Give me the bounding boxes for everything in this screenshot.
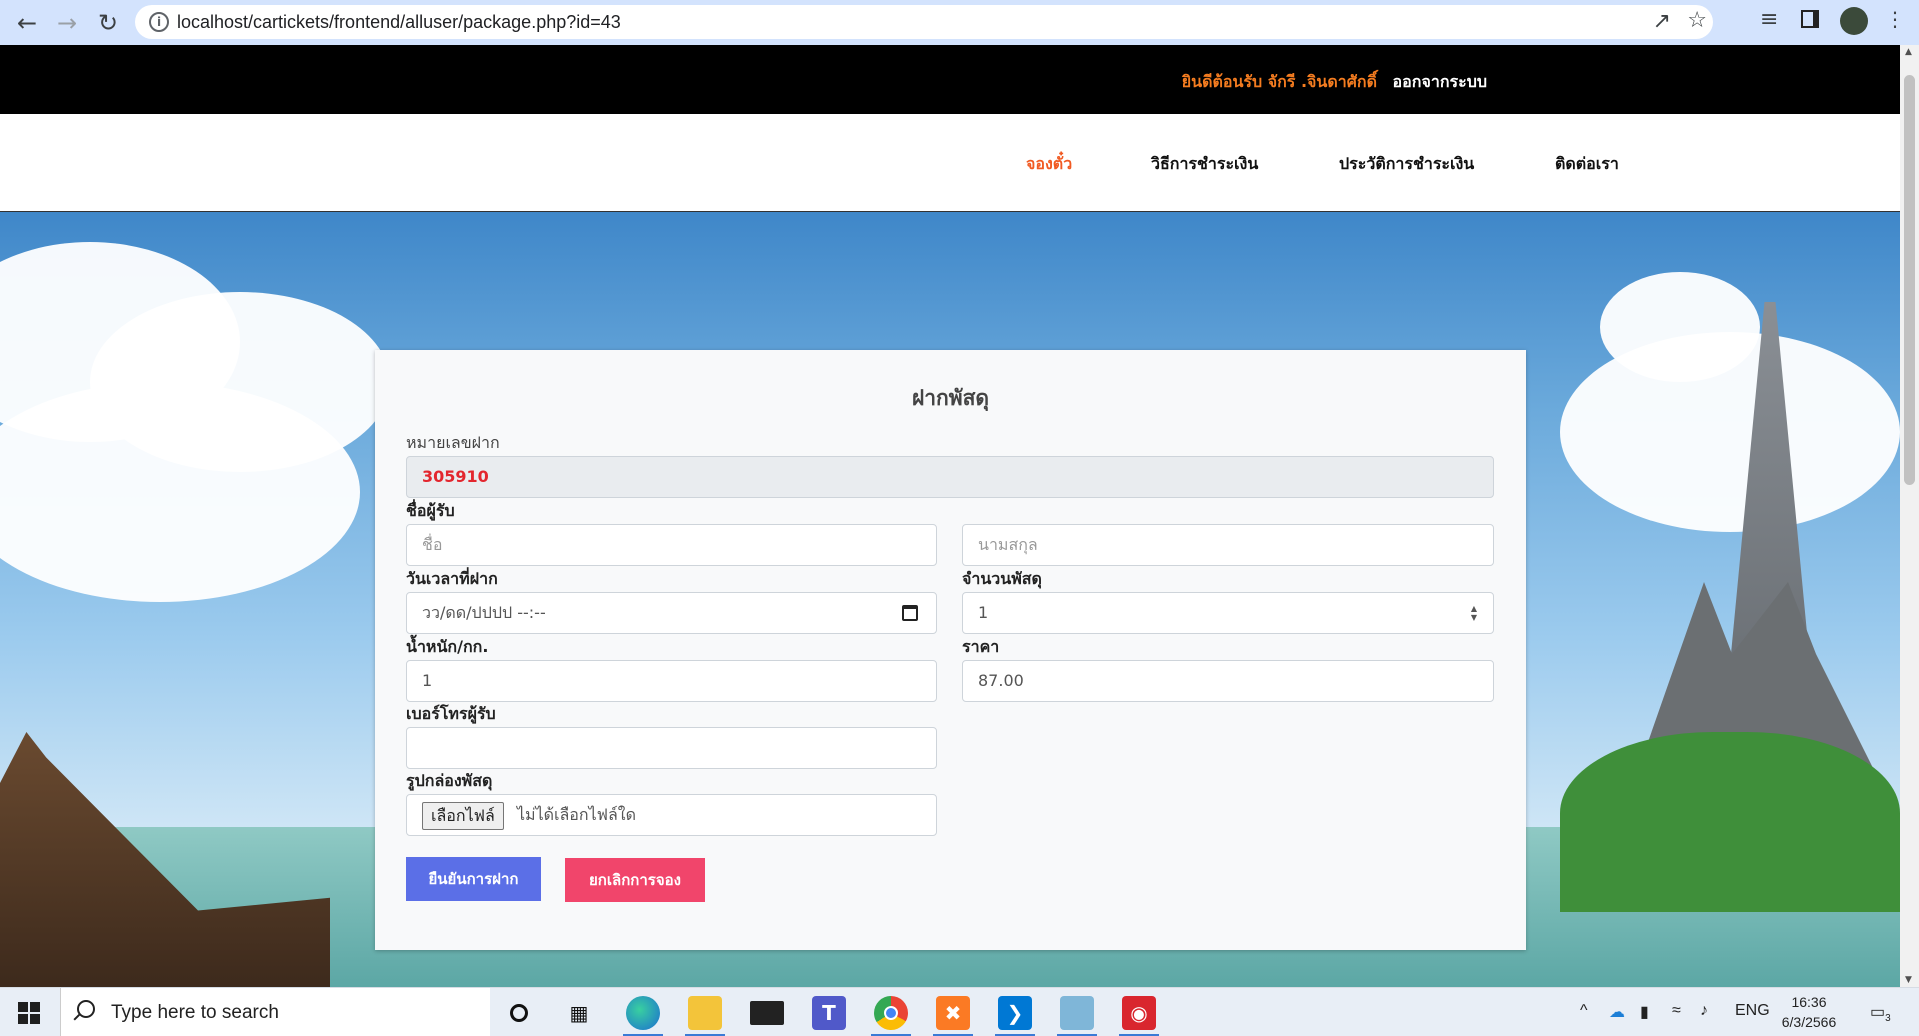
edge-icon[interactable] — [626, 996, 660, 1030]
weight-input[interactable]: 1 — [406, 660, 937, 702]
reading-list-icon[interactable]: ≡ — [1760, 9, 1778, 31]
onedrive-icon[interactable]: ☁ — [1609, 1002, 1625, 1022]
camera-app-icon[interactable]: ◉ — [1122, 996, 1156, 1030]
nav-item-payment-history[interactable]: ประวัติการชำระเงิน — [1339, 152, 1474, 177]
welcome-text: ยินดีต้อนรับ จักรี .จินดาศักดิ์ — [1181, 72, 1377, 91]
image-label: รูปกล่องพัสดุ — [406, 771, 493, 790]
tray-chevron-icon[interactable]: ^ — [1580, 1002, 1588, 1020]
weight-label: น้ำหนัก/กก. — [406, 637, 489, 656]
quantity-label: จำนวนพัสดุ — [962, 569, 1042, 588]
scroll-up-icon[interactable]: ▲ — [1905, 47, 1912, 57]
taskbar-search-placeholder: Type here to search — [111, 1002, 279, 1023]
nav-item-booking[interactable]: จองตั๋ว — [1026, 152, 1072, 177]
sidebar-icon[interactable] — [1801, 10, 1819, 28]
logout-link[interactable]: ออกจากระบบ — [1393, 72, 1487, 91]
volume-icon[interactable]: ♪ — [1700, 1002, 1708, 1020]
battery-icon[interactable]: ▮ — [1640, 1002, 1649, 1022]
datetime-placeholder: วว/ดด/ปปปป --:-- — [422, 603, 546, 622]
wifi-icon[interactable]: ≈ — [1672, 1002, 1681, 1020]
quantity-input[interactable]: 1 ▲ ▼ — [962, 592, 1494, 634]
teams-icon[interactable]: T — [812, 996, 846, 1030]
datetime-label: วันเวลาที่ฝาก — [406, 569, 498, 588]
clock[interactable]: 16:36 6/3/2566 — [1776, 992, 1842, 1032]
windows-start-icon[interactable] — [18, 1002, 40, 1024]
datetime-input[interactable]: วว/ดด/ปปปป --:-- — [406, 592, 937, 634]
file-status: ไม่ได้เลือกไฟล์ใด — [517, 805, 636, 824]
quantity-value: 1 — [978, 603, 989, 622]
taskbar-search-box[interactable]: Type here to search — [60, 988, 490, 1036]
windows-taskbar: Type here to search ▦ T ✖ ❯ ◉ ^ ☁ ▮ ≈ ♪ … — [0, 987, 1919, 1036]
price-label: ราคา — [962, 637, 1000, 656]
xampp-icon[interactable]: ✖ — [936, 996, 970, 1030]
menu-icon[interactable]: ⋮ — [1885, 9, 1905, 29]
scroll-thumb[interactable] — [1904, 75, 1915, 485]
file-explorer-icon[interactable] — [688, 996, 722, 1030]
clock-time: 16:36 — [1791, 994, 1827, 1010]
confirm-button[interactable]: ยืนยันการฝาก — [406, 857, 541, 901]
clock-date: 6/3/2566 — [1781, 1014, 1837, 1030]
calendar-icon[interactable] — [902, 605, 918, 621]
share-icon[interactable]: ↗ — [1653, 11, 1671, 33]
search-icon — [77, 1000, 95, 1018]
nav-item-payment-method[interactable]: วิธีการชำระเงิน — [1151, 152, 1258, 177]
first-name-input[interactable]: ชื่อ — [406, 524, 937, 566]
notification-count: 3 — [1885, 1013, 1891, 1025]
trees-image — [1560, 732, 1900, 912]
browser-toolbar: ← → ↻ i localhost/cartickets/frontend/al… — [0, 0, 1919, 45]
site-topbar: ยินดีต้อนรับ จักรี .จินดาศักดิ์ ออกจากระ… — [0, 45, 1900, 114]
star-icon[interactable]: ☆ — [1687, 10, 1707, 32]
cortana-icon[interactable] — [502, 996, 536, 1030]
price-input[interactable]: 87.00 — [962, 660, 1494, 702]
main-nav: จองตั๋ว วิธีการชำระเงิน ประวัติการชำระเง… — [0, 114, 1900, 212]
recipient-label: ชื่อผู้รับ — [406, 501, 455, 520]
chrome-icon[interactable] — [874, 996, 908, 1030]
file-input[interactable]: เลือกไฟล์ ไม่ได้เลือกไฟล์ใด — [406, 794, 937, 836]
notification-icon[interactable]: ▭3 — [1870, 1002, 1891, 1024]
phone-label: เบอร์โทรผู้รับ — [406, 704, 496, 723]
phone-input[interactable] — [406, 727, 937, 769]
tracking-label: หมายเลขฝาก — [406, 433, 500, 452]
forward-icon[interactable]: → — [52, 8, 82, 38]
parcel-form-card: ฝากพัสดุ หมายเลขฝาก 305910 ชื่อผู้รับ ชื… — [375, 350, 1526, 950]
profile-avatar[interactable] — [1840, 7, 1868, 35]
info-icon[interactable]: i — [149, 12, 169, 32]
mail-icon[interactable] — [750, 1001, 784, 1025]
app-icon[interactable] — [1060, 996, 1094, 1030]
welcome-area: ยินดีต้อนรับ จักรี .จินดาศักดิ์ ออกจากระ… — [1182, 70, 1487, 95]
address-bar[interactable]: i localhost/cartickets/frontend/alluser/… — [135, 5, 1713, 39]
page-scrollbar[interactable]: ▲ ▼ — [1900, 45, 1919, 987]
task-view-icon[interactable]: ▦ — [562, 996, 596, 1030]
choose-file-button[interactable]: เลือกไฟล์ — [422, 802, 504, 830]
vscode-icon[interactable]: ❯ — [998, 996, 1032, 1030]
cancel-button[interactable]: ยกเลิกการจอง — [565, 858, 705, 902]
reload-icon[interactable]: ↻ — [93, 8, 123, 38]
cloud — [1560, 332, 1900, 532]
scroll-down-icon[interactable]: ▼ — [1905, 975, 1912, 985]
last-name-input[interactable]: นามสกุล — [962, 524, 1494, 566]
nav-item-contact[interactable]: ติดต่อเรา — [1555, 152, 1619, 177]
language-indicator[interactable]: ENG — [1735, 1002, 1770, 1020]
form-title: ฝากพัสดุ — [911, 386, 990, 410]
back-icon[interactable]: ← — [12, 8, 42, 38]
spinner-icon[interactable]: ▲ ▼ — [1469, 604, 1479, 622]
address-url: localhost/cartickets/frontend/alluser/pa… — [177, 12, 621, 32]
tracking-number-field: 305910 — [406, 456, 1494, 498]
